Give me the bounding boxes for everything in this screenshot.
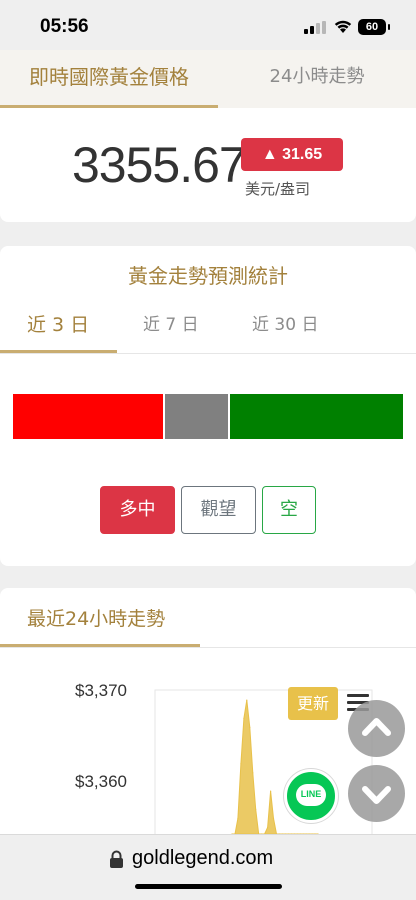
price-point [237,817,239,820]
price-point [272,817,275,820]
price-point [246,699,248,701]
line-label: LINE [300,789,322,799]
chevron-down-icon [362,786,391,804]
scroll-up-button[interactable] [348,700,405,757]
price-point [255,808,257,810]
price-point [252,772,254,774]
line-share-button[interactable]: LINE [284,769,338,823]
price-point [243,717,245,719]
lock-icon [110,850,123,868]
home-indicator [135,884,282,889]
url-domain: goldlegend.com [132,847,274,869]
chart-frame [154,689,373,834]
update-button[interactable]: 更新 [288,687,338,720]
scroll-down-button[interactable] [348,765,405,822]
price-point [240,763,242,765]
url-bar[interactable]: goldlegend.com [0,834,416,900]
price-point [249,726,251,729]
price-point [270,790,272,792]
chevron-up-icon [362,718,391,736]
price-point [267,826,269,829]
